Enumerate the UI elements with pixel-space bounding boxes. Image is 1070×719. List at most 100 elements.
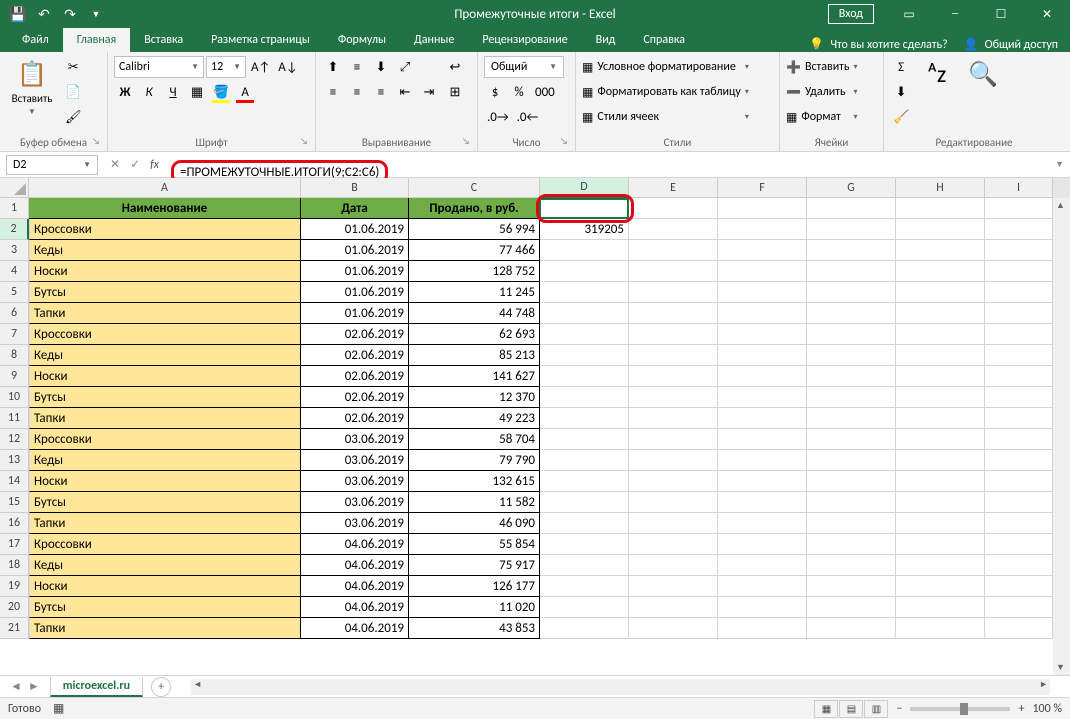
tab-view[interactable]: Вид (582, 28, 630, 52)
cell[interactable] (540, 555, 629, 576)
cell[interactable]: 03.06.2019 (301, 492, 409, 513)
select-all-corner[interactable] (0, 178, 29, 198)
undo-icon[interactable]: ↶ (32, 2, 56, 26)
cell[interactable] (629, 366, 718, 387)
save-icon[interactable]: 💾 (6, 2, 30, 26)
cell[interactable] (985, 303, 1053, 324)
cell[interactable] (718, 534, 807, 555)
cell[interactable] (540, 618, 629, 639)
cell[interactable]: 12 370 (409, 387, 540, 408)
cell[interactable] (629, 576, 718, 597)
minimize-icon[interactable]: ─ (932, 0, 978, 28)
cell[interactable]: Бутсы (29, 282, 301, 303)
cell[interactable]: Кроссовки (29, 324, 301, 345)
row-header[interactable]: 4 (0, 261, 29, 282)
sheet-nav-prev-icon[interactable]: ◄ (10, 679, 22, 694)
cell[interactable]: 01.06.2019 (301, 303, 409, 324)
cell[interactable] (718, 450, 807, 471)
find-select-button[interactable]: 🔍 (962, 56, 1004, 92)
cell[interactable] (896, 324, 985, 345)
cell[interactable] (985, 198, 1053, 219)
cell[interactable]: 03.06.2019 (301, 471, 409, 492)
cell[interactable] (896, 261, 985, 282)
row-header[interactable]: 9 (0, 366, 29, 387)
cell[interactable]: Кроссовки (29, 429, 301, 450)
cell[interactable] (540, 366, 629, 387)
cell[interactable] (896, 597, 985, 618)
cell[interactable]: 55 854 (409, 534, 540, 555)
cell[interactable] (807, 513, 896, 534)
cell[interactable] (985, 219, 1053, 240)
cell[interactable] (540, 513, 629, 534)
cell[interactable] (718, 513, 807, 534)
cell[interactable]: 04.06.2019 (301, 555, 409, 576)
cell[interactable]: 79 790 (409, 450, 540, 471)
tab-formulas[interactable]: Формулы (324, 28, 400, 52)
col-header-a[interactable]: A (29, 178, 301, 198)
new-sheet-button[interactable]: + (151, 677, 171, 697)
cell[interactable] (896, 219, 985, 240)
cell[interactable] (807, 408, 896, 429)
cell[interactable]: 04.06.2019 (301, 597, 409, 618)
cell[interactable] (985, 408, 1053, 429)
clear-icon[interactable]: 🧹 (890, 106, 912, 128)
cell[interactable] (718, 345, 807, 366)
cell[interactable]: Кроссовки (29, 219, 301, 240)
cell[interactable] (540, 534, 629, 555)
cell[interactable] (629, 618, 718, 639)
cut-icon[interactable]: ✂ (62, 56, 85, 78)
cell[interactable] (718, 387, 807, 408)
cell[interactable] (807, 303, 896, 324)
cell[interactable] (985, 471, 1053, 492)
bold-button[interactable]: Ж (114, 81, 136, 103)
cell[interactable]: 132 615 (409, 471, 540, 492)
underline-button[interactable]: Ч (162, 81, 184, 103)
cell[interactable] (629, 429, 718, 450)
tab-review[interactable]: Рецензирование (468, 28, 581, 52)
cell[interactable] (807, 324, 896, 345)
cell[interactable] (807, 345, 896, 366)
cell[interactable] (629, 450, 718, 471)
cell[interactable] (896, 408, 985, 429)
cell[interactable] (807, 219, 896, 240)
cell[interactable] (896, 198, 985, 219)
cell[interactable]: 56 994 (409, 219, 540, 240)
cell[interactable]: 02.06.2019 (301, 345, 409, 366)
cell[interactable] (807, 492, 896, 513)
cell[interactable] (718, 492, 807, 513)
paste-button[interactable]: 📋 Вставить ▼ (6, 56, 58, 119)
cell[interactable]: 02.06.2019 (301, 366, 409, 387)
cell[interactable] (985, 492, 1053, 513)
tab-layout[interactable]: Разметка страницы (197, 28, 324, 52)
cell[interactable]: Носки (29, 576, 301, 597)
row-header[interactable]: 17 (0, 534, 29, 555)
row-header[interactable]: 7 (0, 324, 29, 345)
qat-customize-icon[interactable]: ▼ (84, 2, 108, 26)
zoom-slider[interactable] (910, 707, 1010, 711)
cell[interactable]: 126 177 (409, 576, 540, 597)
enter-formula-icon[interactable]: ✓ (130, 157, 140, 172)
cell[interactable] (985, 324, 1053, 345)
orientation-icon[interactable]: ⤢ (394, 56, 416, 78)
cell[interactable] (807, 261, 896, 282)
increase-indent-icon[interactable]: ⇥ (418, 81, 440, 103)
tab-insert[interactable]: Вставка (130, 28, 197, 52)
cell[interactable]: Продано, в руб. (409, 198, 540, 219)
merge-icon[interactable]: ⊞ (444, 81, 466, 103)
cell[interactable] (540, 408, 629, 429)
cell[interactable]: Дата (301, 198, 409, 219)
increase-font-icon[interactable]: A↑ (248, 56, 273, 78)
copy-icon[interactable]: 📄 (62, 81, 85, 103)
cell[interactable]: Тапки (29, 303, 301, 324)
cell[interactable]: 02.06.2019 (301, 408, 409, 429)
col-header-f[interactable]: F (718, 178, 807, 198)
cell[interactable] (540, 345, 629, 366)
tab-file[interactable]: Файл (8, 28, 63, 52)
col-header-i[interactable]: I (985, 178, 1053, 198)
row-header[interactable]: 18 (0, 555, 29, 576)
align-top-icon[interactable]: ⬆ (322, 56, 344, 78)
row-header[interactable]: 12 (0, 429, 29, 450)
cell[interactable]: Носки (29, 471, 301, 492)
cell[interactable] (985, 513, 1053, 534)
cell[interactable] (896, 282, 985, 303)
